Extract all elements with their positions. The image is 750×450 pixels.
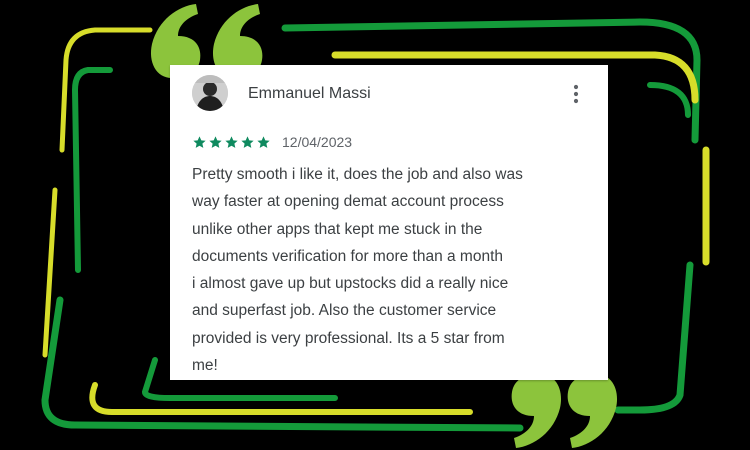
close-quote-icon: [511, 374, 618, 448]
star-icon: [257, 135, 270, 148]
frame-line: [647, 82, 691, 118]
review-text-line: unlike other apps that kept me stuck in …: [192, 220, 483, 238]
star-icon: [241, 135, 254, 148]
star-icon: [225, 135, 238, 148]
avatar-image: [192, 75, 228, 111]
frame-line: [71, 67, 113, 273]
review-date: 12/04/2023: [282, 134, 353, 150]
more-options-button[interactable]: [566, 81, 586, 107]
review-text-line: documents verification for more than a m…: [192, 247, 504, 265]
review-text-line: provided is very professional. Its a 5 s…: [192, 329, 505, 347]
star-rating: [192, 135, 271, 150]
more-vert-icon: [573, 84, 579, 104]
review-text-line: i almost gave up but upstocks did a real…: [192, 275, 509, 293]
reviewer-name: Emmanuel Massi: [248, 85, 371, 102]
review-testimonial: Emmanuel Massi 12/04/2023 Pretty smooth …: [0, 0, 750, 450]
star-icon: [209, 135, 222, 148]
review-text-line: Pretty smooth i like it, does the job an…: [192, 166, 523, 183]
frame-line: [614, 261, 694, 414]
review-text-line: me!: [192, 357, 218, 375]
star-icon: [193, 135, 206, 148]
review-text-line: and superfast job. Also the customer ser…: [192, 302, 497, 320]
review-text-line: way faster at opening demat account proc…: [192, 193, 504, 211]
rating-row: 12/04/2023: [192, 133, 352, 151]
review-card: Emmanuel Massi 12/04/2023 Pretty smooth …: [170, 65, 608, 380]
review-text: Pretty smooth i like it, does the job an…: [192, 161, 592, 379]
reviewer-avatar: [192, 75, 228, 111]
